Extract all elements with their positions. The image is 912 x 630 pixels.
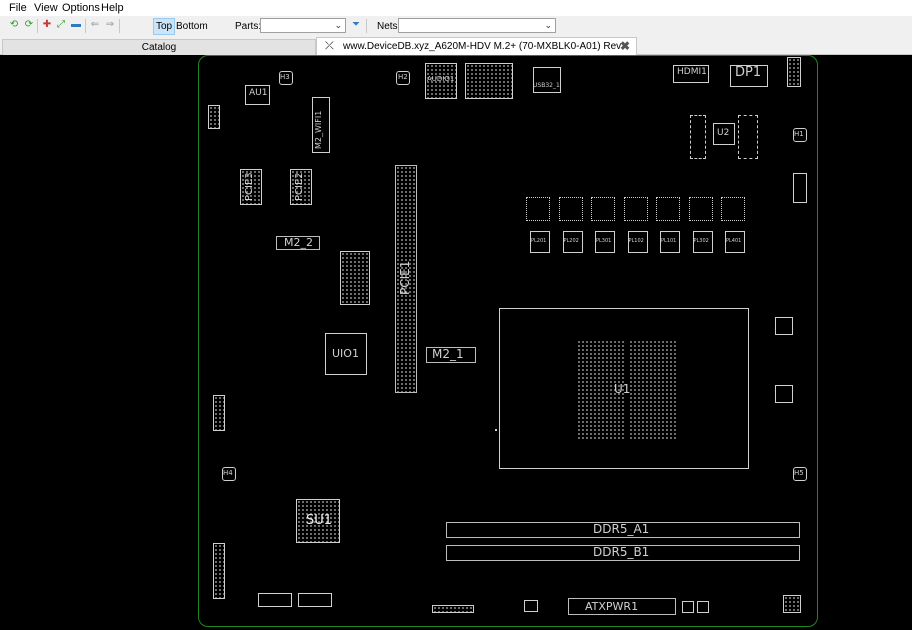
connector-bottom-5[interactable] [682, 601, 694, 613]
nets-combobox[interactable]: ⌄ [398, 18, 556, 33]
label-ddr5-b1: DDR5_B1 [593, 545, 650, 559]
label-hdmi1: HDMI1 [677, 67, 707, 77]
label-h1: H1 [794, 130, 804, 138]
vrm-choke [688, 197, 713, 221]
label-pl301: PL301 [596, 238, 612, 244]
board-canvas[interactable]: AU1 H3 H2 AUDIO1 USB32_1 HDMI1 DP1 U2 H1… [0, 55, 912, 630]
component-resistor-array[interactable] [340, 251, 370, 305]
label-pcie2: PCIE2 [294, 172, 305, 201]
label-m2-1: M2_1 [432, 347, 464, 361]
label-ddr5-a1: DDR5_A1 [593, 522, 650, 536]
menu-bar: File View Options Help [0, 0, 912, 16]
label-pcie1: PCIE1 [398, 260, 412, 295]
tab-bar: Catalog ⤫ www.DeviceDB.xyz_A620M-HDV M.2… [0, 37, 912, 69]
menu-file[interactable]: File [9, 2, 27, 14]
pin-icon[interactable]: ⤫ [325, 38, 334, 55]
label-pl401: PL401 [726, 238, 742, 244]
label-atxpwr1: ATXPWR1 [585, 600, 639, 613]
connector-right-header[interactable] [793, 173, 807, 203]
label-uio1: UIO1 [332, 347, 359, 360]
label-m2-2: M2_2 [284, 236, 313, 249]
forward-arrow-icon[interactable]: ⇒ [104, 19, 116, 31]
label-usb32-1: USB32_1 [533, 82, 560, 89]
toolbar-separator [366, 19, 367, 33]
chevron-down-icon: ⌄ [334, 20, 342, 30]
menu-options[interactable]: Options [62, 2, 100, 14]
zoom-fit-icon[interactable]: ⤢ [55, 19, 67, 31]
vrm-choke [656, 197, 680, 221]
label-u2: U2 [717, 128, 730, 138]
toolbar-separator [85, 19, 86, 33]
vrm-choke [526, 197, 550, 221]
component-cluster-u2[interactable] [690, 115, 706, 159]
rotate-left-icon[interactable]: ⟲ [8, 19, 20, 31]
component-header-top-right[interactable] [787, 57, 801, 87]
component-right-2[interactable] [775, 385, 793, 403]
vrm-choke [623, 197, 648, 221]
mounting-hole-h6 [495, 429, 497, 431]
component-cluster-u2-b[interactable] [738, 115, 758, 159]
component-vga[interactable] [465, 63, 513, 99]
parts-combobox[interactable]: ⌄ [260, 18, 346, 33]
toolbar: ⟲ ⟳ ✚ ⤢ ▬ ⇐ ⇒ Top Bottom Parts: ⌄ ⏷ Nets… [0, 16, 912, 36]
label-dp1: DP1 [735, 65, 762, 80]
label-h3: H3 [280, 73, 290, 81]
cpu-pin-field-right [629, 340, 677, 440]
label-pl302: PL302 [693, 238, 709, 244]
connector-bottom-2[interactable] [298, 593, 332, 607]
label-h2: H2 [398, 73, 408, 81]
label-su1: SU1 [306, 513, 333, 528]
component-usb32-1[interactable] [533, 67, 561, 93]
connector-bottom-6[interactable] [697, 601, 709, 613]
label-pl102: PL102 [628, 238, 644, 244]
chevron-down-icon: ⌄ [544, 20, 552, 30]
label-audio1: AUDIO1 [427, 75, 455, 83]
label-pl101: PL101 [661, 238, 677, 244]
zoom-out-icon[interactable]: ▬ [70, 19, 82, 31]
parts-label: Parts: [235, 21, 262, 32]
filter-icon[interactable]: ⏷ [350, 19, 362, 31]
connector-left-header[interactable] [213, 543, 225, 599]
component-right-1[interactable] [775, 317, 793, 335]
rotate-right-icon[interactable]: ⟳ [23, 19, 35, 31]
bottom-side-button[interactable]: Bottom [176, 19, 208, 34]
toolbar-separator [37, 19, 38, 33]
close-icon[interactable]: ✖ [620, 38, 630, 55]
component-right-3[interactable] [783, 595, 801, 613]
vrm-choke [721, 197, 745, 221]
toolbar-separator [119, 19, 120, 33]
label-pcie3: PCIE3 [244, 172, 255, 201]
connector-bottom-4[interactable] [524, 600, 538, 612]
vrm-choke [558, 197, 583, 221]
back-arrow-icon[interactable]: ⇐ [89, 19, 101, 31]
label-au1: AU1 [249, 88, 268, 98]
tab-boardview[interactable]: ⤫ www.DeviceDB.xyz_A620M-HDV M.2+ (70-MX… [316, 37, 637, 69]
top-side-button[interactable]: Top [153, 18, 175, 35]
zoom-in-icon[interactable]: ✚ [41, 19, 53, 31]
connector-left-header-3[interactable] [208, 105, 220, 129]
label-pl201: PL201 [531, 238, 547, 244]
connector-bottom-3[interactable] [432, 605, 474, 613]
tab-catalog[interactable]: Catalog [2, 39, 316, 55]
vrm-choke [591, 197, 615, 221]
label-u1: U1 [614, 382, 631, 396]
connector-bottom-1[interactable] [258, 593, 292, 607]
label-m2-wifi1: M2_WIFI1 [314, 110, 323, 149]
menu-view[interactable]: View [34, 2, 58, 14]
connector-left-header-2[interactable] [213, 395, 225, 431]
menu-help[interactable]: Help [101, 2, 124, 14]
label-h5: H5 [794, 469, 804, 477]
label-pl202: PL202 [563, 238, 579, 244]
label-h4: H4 [223, 469, 233, 477]
nets-label: Nets: [377, 21, 401, 32]
